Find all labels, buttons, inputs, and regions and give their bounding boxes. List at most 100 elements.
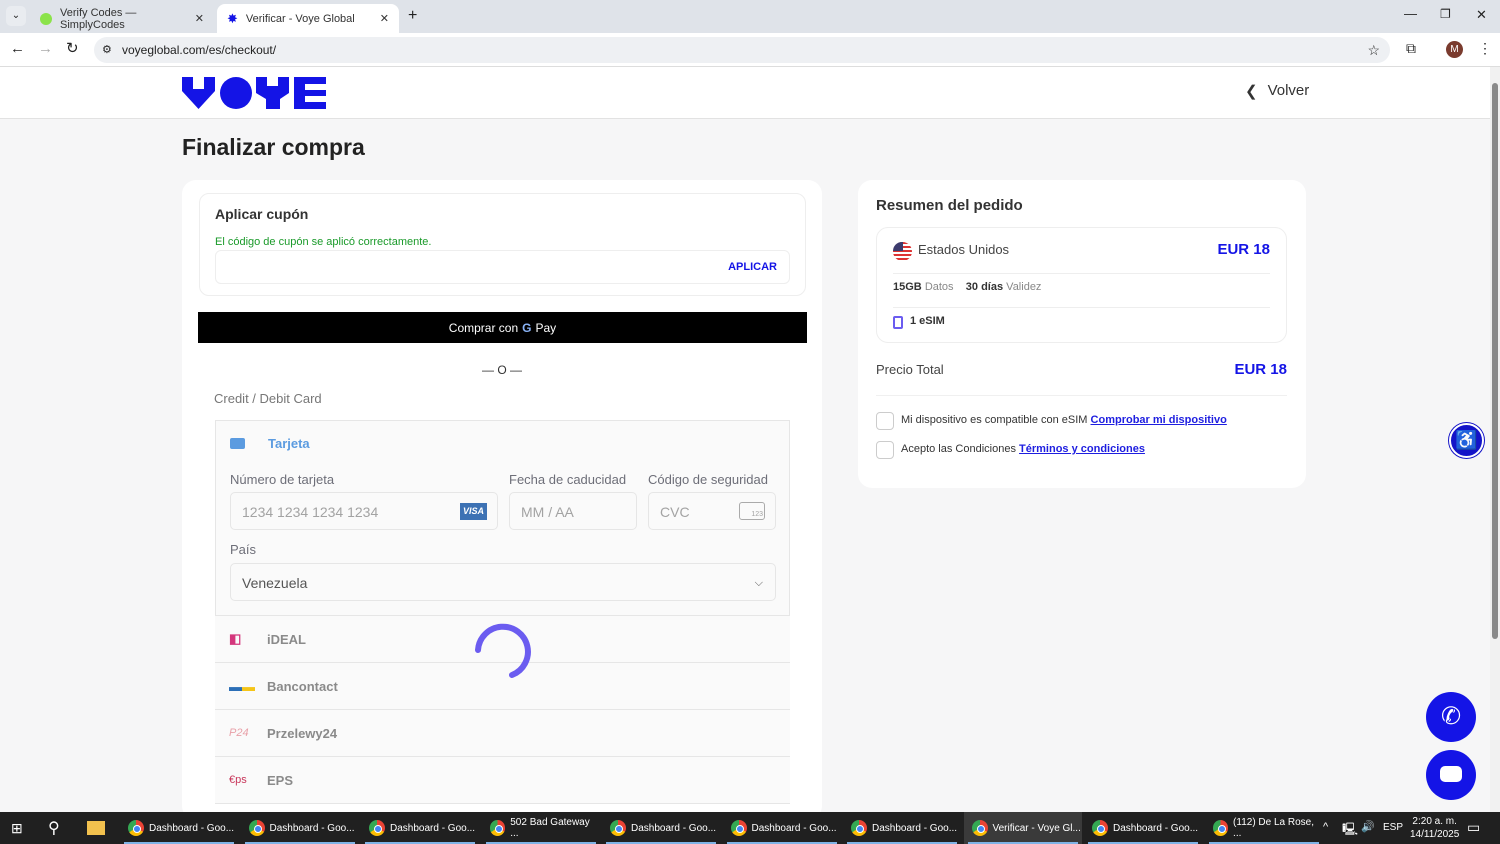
close-tab-icon[interactable]: ✕ [195, 12, 204, 25]
tab-search-button[interactable]: ⌄ [6, 6, 26, 26]
restore-button[interactable]: ❐ [1440, 7, 1451, 21]
extensions-icon[interactable]: ⧉ [1406, 40, 1416, 57]
taskbar-chrome-window[interactable]: Dashboard - Goo... [120, 812, 238, 844]
tab-voye-active[interactable]: ✸ Verificar - Voye Global ✕ [217, 4, 399, 33]
back-link[interactable]: ❮ Volver [1245, 82, 1309, 100]
us-flag-icon [893, 242, 912, 261]
expiry-input[interactable]: MM / AA [509, 492, 637, 530]
credit-card-icon [230, 438, 245, 449]
file-explorer-icon[interactable] [87, 821, 105, 835]
validity-label: Validez [1006, 281, 1042, 293]
taskbar-window-label: Verificar - Voye Gl... [992, 822, 1081, 834]
card-number-label: Número de tarjeta [230, 472, 335, 487]
total-price: EUR 18 [1234, 361, 1287, 378]
profile-avatar[interactable]: M [1446, 41, 1463, 58]
network-icon[interactable]: 🖳 [1342, 820, 1358, 841]
clock[interactable]: 2:20 a. m. 14/11/2025 [1410, 815, 1459, 841]
chrome-icon [971, 820, 988, 836]
taskbar-window-label: 502 Bad Gateway ... [510, 817, 590, 839]
payment-method-przelewy24[interactable]: P24 Przelewy24 [215, 709, 790, 756]
site-header: ❮ Volver [0, 67, 1490, 119]
taskbar-window-label: Dashboard - Goo... [872, 822, 958, 834]
volume-icon[interactable]: 🔊 [1361, 820, 1375, 833]
voye-favicon-icon: ✸ [227, 10, 238, 26]
country-label: País [230, 542, 257, 557]
minimize-button[interactable]: — [1404, 6, 1417, 21]
taskbar-window-label: Dashboard - Goo... [149, 822, 235, 834]
p24-icon: P24 [229, 727, 249, 739]
tab-tarjeta[interactable]: Tarjeta [268, 436, 310, 451]
taskbar-chrome-window[interactable]: Verificar - Voye Gl... [963, 812, 1082, 844]
notifications-icon[interactable]: ▭ [1467, 819, 1480, 836]
data-amount: 15GB [893, 281, 922, 293]
browser-menu-icon[interactable]: ⋮ [1478, 40, 1492, 57]
close-tab-icon[interactable]: ✕ [380, 12, 389, 25]
accessibility-button[interactable]: ♿ [1449, 423, 1484, 458]
tab-simplycodes[interactable]: Verify Codes — SimplyCodes ✕ [30, 4, 214, 33]
chrome-icon [489, 820, 506, 836]
windows-taskbar: ⊞ ⚲ Dashboard - Goo... Dashboard - Goo...… [0, 812, 1500, 844]
expiry-label: Fecha de caducidad [509, 472, 627, 487]
windows-start-icon[interactable]: ⊞ [11, 820, 23, 837]
taskbar-chrome-window[interactable]: Dashboard - Goo... [241, 812, 359, 844]
esim-compatible-checkbox[interactable] [876, 412, 894, 430]
google-g-icon: G [522, 320, 532, 335]
card-number-input[interactable]: 1234 1234 1234 1234 VISA [230, 492, 498, 530]
plan-price: EUR 18 [1217, 241, 1270, 258]
back-icon[interactable]: ← [10, 40, 25, 57]
tray-chevron-icon[interactable]: ^ [1323, 821, 1328, 833]
bookmark-star-icon[interactable]: ☆ [1367, 37, 1380, 63]
order-summary-card: Resumen del pedido Estados Unidos EUR 18… [858, 180, 1306, 488]
taskbar-window-label: Dashboard - Goo... [1113, 822, 1199, 834]
visa-icon: VISA [460, 503, 487, 520]
taskbar-chrome-window[interactable]: Dashboard - Goo... [361, 812, 479, 844]
page-scrollbar[interactable] [1490, 67, 1500, 812]
chrome-icon [1212, 820, 1229, 836]
taskbar-chrome-window[interactable]: Dashboard - Goo... [602, 812, 720, 844]
language-indicator[interactable]: ESP [1383, 822, 1403, 833]
taskbar-chrome-window[interactable]: Dashboard - Goo... [843, 812, 961, 844]
google-pay-button[interactable]: Comprar con G Pay [198, 312, 807, 343]
payment-method-eps[interactable]: €ps EPS [215, 756, 790, 804]
voye-logo[interactable] [182, 77, 326, 109]
whatsapp-button[interactable]: ✆ [1426, 692, 1476, 742]
chrome-icon [730, 820, 747, 836]
check-device-link[interactable]: Comprobar mi dispositivo [1091, 414, 1227, 426]
country-select[interactable]: Venezuela ⌵ [230, 563, 776, 601]
coupon-box: Aplicar cupón El código de cupón se apli… [199, 193, 806, 296]
esim-count: 1 eSIM [910, 315, 945, 327]
accept-terms-checkbox[interactable] [876, 441, 894, 459]
coupon-input[interactable]: APLICAR [215, 250, 790, 284]
search-icon[interactable]: ⚲ [48, 818, 60, 838]
chrome-icon [851, 820, 867, 836]
cvc-card-icon: 123 [739, 502, 765, 520]
chat-bubble-icon [1440, 766, 1462, 782]
url-input[interactable]: ⚙ voyeglobal.com/es/checkout/☆ [94, 37, 1390, 63]
site-settings-icon[interactable]: ⚙ [102, 37, 112, 63]
taskbar-chrome-window[interactable]: (112) De La Rose, ... [1205, 812, 1323, 844]
taskbar-window-label: Dashboard - Goo... [390, 822, 476, 834]
loading-spinner [475, 623, 531, 678]
chat-button[interactable] [1426, 750, 1476, 800]
eps-icon: €ps [229, 774, 247, 786]
taskbar-chrome-window[interactable]: 502 Bad Gateway ... [482, 812, 600, 844]
taskbar-window-label: Dashboard - Goo... [751, 822, 837, 834]
card-section-title: Credit / Debit Card [214, 391, 322, 406]
cvc-input[interactable]: CVC 123 [648, 492, 776, 530]
taskbar-chrome-window[interactable]: Dashboard - Goo... [723, 812, 841, 844]
reload-icon[interactable]: ↻ [66, 39, 79, 57]
data-label: Datos [924, 281, 954, 293]
taskbar-chrome-window[interactable]: Dashboard - Goo... [1084, 812, 1202, 844]
apply-coupon-button[interactable]: APLICAR [728, 261, 777, 273]
taskbar-window-label: Dashboard - Goo... [269, 822, 355, 834]
validity-amount: 30 días [965, 281, 1004, 293]
forward-icon[interactable]: → [38, 40, 53, 57]
taskbar-window-label: (112) De La Rose, ... [1233, 817, 1315, 839]
close-window-button[interactable]: ✕ [1476, 7, 1487, 23]
new-tab-button[interactable]: + [408, 7, 417, 25]
terms-link[interactable]: Términos y condiciones [1019, 443, 1145, 455]
chevron-down-icon: ⌵ [754, 577, 763, 589]
chevron-left-icon: ❮ [1245, 83, 1258, 100]
cvc-label: Código de seguridad [648, 472, 768, 487]
coupon-title: Aplicar cupón [215, 206, 309, 222]
